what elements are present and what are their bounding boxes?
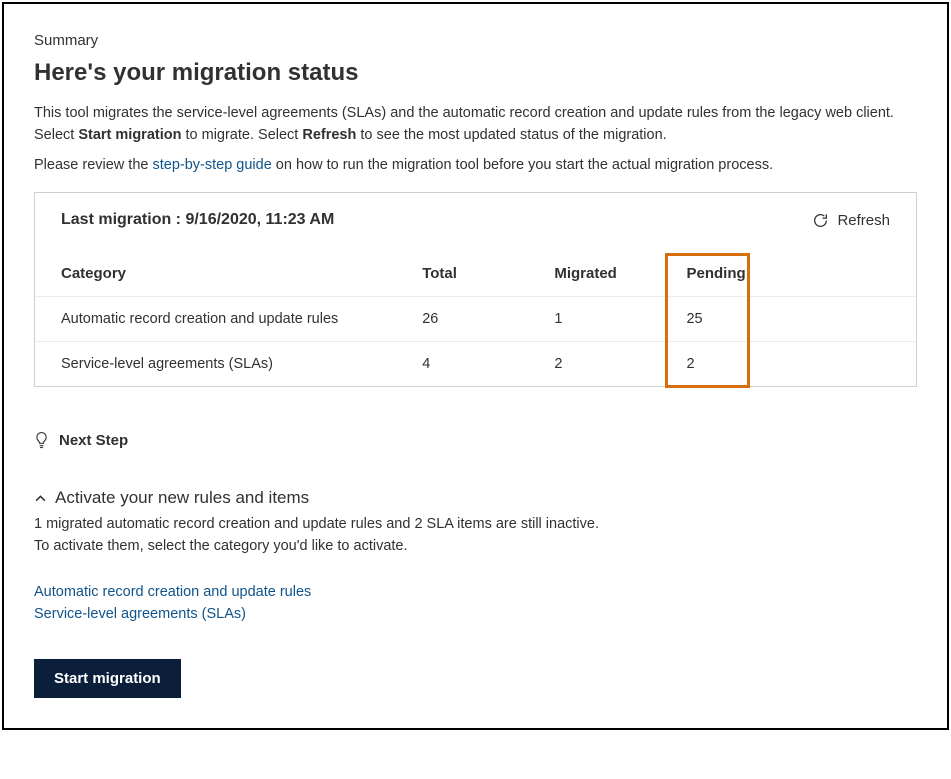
start-migration-button[interactable]: Start migration: [34, 659, 181, 698]
next-step-label: Next Step: [59, 432, 128, 449]
intro-text-1b: to migrate. Select: [181, 127, 302, 143]
link-automatic-record-creation[interactable]: Automatic record creation and update rul…: [34, 582, 917, 604]
lightbulb-icon: [34, 431, 49, 450]
link-service-level-agreements[interactable]: Service-level agreements (SLAs): [34, 604, 917, 626]
cell-migrated: 1: [528, 297, 660, 342]
table-header-row: Category Total Migrated Pending: [35, 251, 916, 297]
refresh-icon: [812, 212, 829, 229]
activate-body-line2: To activate them, select the category yo…: [34, 536, 917, 558]
card-header: Last migration : 9/16/2020, 11:23 AM Ref…: [35, 193, 916, 229]
activate-body-line1: 1 migrated automatic record creation and…: [34, 514, 917, 536]
cell-total: 4: [396, 342, 528, 387]
table-row: Automatic record creation and update rul…: [35, 297, 916, 342]
next-step-section: Next Step: [34, 431, 917, 450]
summary-label: Summary: [34, 32, 917, 49]
cell-pending: 25: [660, 297, 916, 342]
intro-paragraph-2: Please review the step-by-step guide on …: [34, 155, 904, 177]
cell-category: Service-level agreements (SLAs): [35, 342, 396, 387]
step-by-step-guide-link[interactable]: step-by-step guide: [152, 157, 271, 173]
table-row: Service-level agreements (SLAs) 4 2 2: [35, 342, 916, 387]
activate-section-toggle[interactable]: Activate your new rules and items: [34, 488, 917, 508]
cell-total: 26: [396, 297, 528, 342]
chevron-up-icon: [34, 492, 47, 505]
intro-paragraph-1: This tool migrates the service-level agr…: [34, 103, 904, 147]
status-table-wrap: Category Total Migrated Pending Automati…: [35, 251, 916, 386]
last-migration-timestamp: Last migration : 9/16/2020, 11:23 AM: [61, 211, 334, 229]
header-pending: Pending: [660, 251, 916, 297]
header-migrated: Migrated: [528, 251, 660, 297]
intro-text-2b: on how to run the migration tool before …: [272, 157, 773, 173]
status-table: Category Total Migrated Pending Automati…: [35, 251, 916, 386]
header-category: Category: [35, 251, 396, 297]
refresh-button[interactable]: Refresh: [812, 212, 890, 229]
category-links: Automatic record creation and update rul…: [34, 582, 917, 626]
intro-bold-start-migration: Start migration: [78, 127, 181, 143]
intro-text-1c: to see the most updated status of the mi…: [356, 127, 666, 143]
refresh-label: Refresh: [837, 212, 890, 229]
activate-section-body: 1 migrated automatic record creation and…: [34, 514, 917, 558]
header-total: Total: [396, 251, 528, 297]
migration-status-card: Last migration : 9/16/2020, 11:23 AM Ref…: [34, 192, 917, 387]
cell-migrated: 2: [528, 342, 660, 387]
intro-text-2a: Please review the: [34, 157, 152, 173]
intro-bold-refresh: Refresh: [302, 127, 356, 143]
cell-category: Automatic record creation and update rul…: [35, 297, 396, 342]
cell-pending: 2: [660, 342, 916, 387]
activate-section-title: Activate your new rules and items: [55, 488, 309, 508]
page-title: Here's your migration status: [34, 59, 917, 87]
page-frame: Summary Here's your migration status Thi…: [2, 2, 949, 730]
